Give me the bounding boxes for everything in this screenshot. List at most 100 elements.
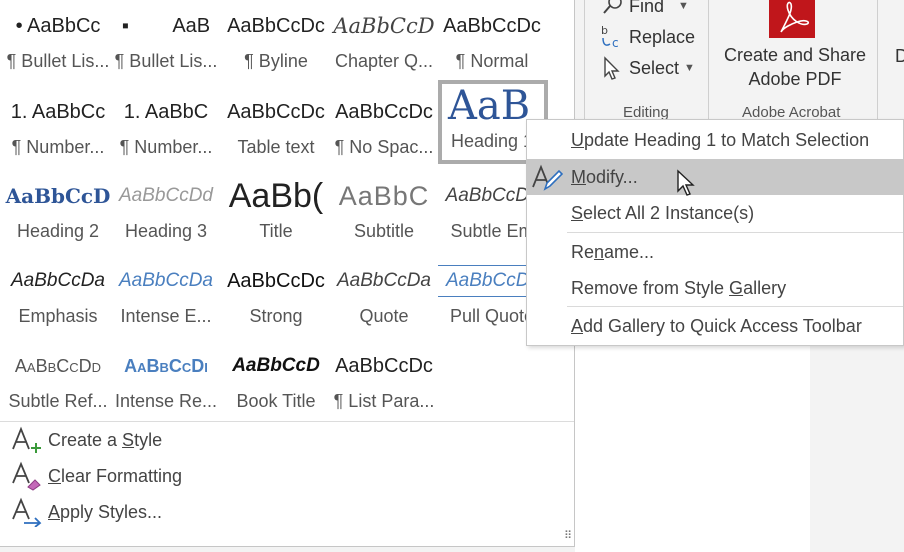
style-intense-emphasis[interactable]: AaBbCcDa Intense E... [112,255,220,340]
select-label: Select [629,57,680,78]
style-name: ¶ Normal [455,51,529,71]
clear-formatting-icon [10,461,48,491]
replace-button[interactable]: b c Replace [599,24,695,50]
style-title[interactable]: AaBb( Title [222,170,330,255]
find-button[interactable]: Find ▼ [601,0,689,18]
label-part: allery [743,278,787,298]
ribbon-clipped-label: D [895,46,904,66]
style-heading-2[interactable]: AaBbCcD Heading 2 [4,170,112,255]
svg-text:c: c [612,36,619,50]
menu-item-add-to-quick-access[interactable]: Add Gallery to Quick Access Toolbar [527,308,903,344]
replace-label: Replace [629,26,696,47]
style-strong[interactable]: AaBbCcDc Strong [222,255,330,340]
chevron-down-icon[interactable]: ▼ [678,0,689,12]
menu-item-remove-from-gallery[interactable]: Remove from Style Gallery [527,270,903,306]
style-context-menu: Update Heading 1 to Match Selection Modi… [526,119,904,346]
menu-item-update-heading[interactable]: Update Heading 1 to Match Selection [527,122,903,158]
find-icon [603,0,622,14]
menu-item-rename[interactable]: Rename... [527,234,903,270]
style-bullet-list-2[interactable]: ▪ AaB ¶ Bullet Lis... [112,0,220,85]
select-button[interactable]: Select ▼ [601,55,695,81]
modify-icon [531,163,564,191]
create-style-button[interactable]: Create a Style [10,425,162,455]
style-preview: AaBbCcDc [227,15,325,37]
menu-item-select-all-instances[interactable]: Select All 2 Instance(s) [527,195,903,231]
ribbon: Find ▼ b c Replace Select ▼ Editing Crea… [575,0,904,132]
style-preview: • AaBbCc [15,15,101,37]
gallery-divider [0,421,574,422]
apply-styles-icon [10,497,48,528]
styles-gallery: • AaBbCc ¶ Bullet Lis... ▪ AaB ¶ Bullet … [0,0,575,547]
action-label: Apply Styles... [48,502,162,523]
style-subtitle[interactable]: AaBbC Subtitle [330,170,438,255]
menu-separator [567,232,903,233]
style-preview: 1. AaBbCc [10,101,106,123]
resize-grip-icon[interactable]: ⠿ [564,529,572,542]
style-byline[interactable]: AaBbCcDc ¶ Byline [222,0,330,85]
style-name: ¶ Byline [244,51,308,71]
style-name: Chapter Q... [334,51,434,71]
style-name: ¶ Bullet Lis... [6,51,110,71]
access-key: A [571,316,584,336]
style-subtle-reference[interactable]: AaBbCcDd Subtle Ref... [4,340,112,425]
style-table-text[interactable]: AaBbCcDc Table text [222,86,330,171]
clear-formatting-button[interactable]: Clear Formatting [10,461,182,491]
style-bullet-list-1[interactable]: • AaBbCc ¶ Bullet Lis... [4,0,112,85]
style-list-paragraph[interactable]: AaBbCcDc ¶ List Para... [330,340,438,425]
replace-icon: b c [601,24,619,50]
access-key: G [729,278,744,298]
style-name: Quote [359,306,409,326]
label-part: ame... [604,242,655,262]
style-name: Table text [237,137,315,157]
style-preview: AaBbCcDd [119,185,213,206]
menu-item-modify[interactable]: Modify... [527,159,903,196]
style-name: Heading 2 [16,221,100,241]
style-name: Book Title [236,391,316,411]
label-part: elect All 2 Instance(s) [583,203,755,223]
apply-styles-button[interactable]: Apply Styles... [10,497,162,528]
style-name: Title [259,221,293,241]
style-name: Subtle Ref... [8,391,108,411]
style-numbered-list-2[interactable]: 1. AaBbC ¶ Number... [112,86,220,171]
style-preview: AaBbCcDc [335,355,433,377]
style-normal[interactable]: AaBbCcDc ¶ Normal [438,0,546,85]
label-part: pdate Heading 1 to Match Selection [584,130,870,150]
style-preview: AaBbCcDc [443,15,541,37]
action-label: Clear Formatting [48,466,182,487]
access-key: S [571,203,584,223]
style-preview: AaBbCcD [5,184,111,208]
style-no-spacing[interactable]: AaBbCcDc ¶ No Spac... [330,86,438,171]
label-part: odify... [586,167,638,187]
label-part: Re [571,242,595,262]
label-part: lear Formatting [61,465,183,486]
style-name: Heading 3 [124,221,208,241]
style-heading-3[interactable]: AaBbCcDd Heading 3 [112,170,220,255]
style-emphasis[interactable]: AaBbCcDa Emphasis [4,255,112,340]
style-name: Emphasis [18,306,98,326]
create-share-label-2: Adobe PDF [748,69,842,89]
label-part: dd Gallery to Quick Access Toolbar [583,316,862,336]
style-intense-reference[interactable]: AaBbCcDi Intense Re... [112,340,220,425]
style-quote[interactable]: AaBbCcDa Quote [330,255,438,340]
style-preview: AaBbCcDi [124,356,208,376]
style-preview: AaBbCcDa [337,270,431,291]
style-preview: AaBbC [338,181,430,211]
label-part: tyle [134,429,163,450]
style-name: Strong [249,306,303,326]
label-part: Remove from Style [571,278,730,298]
chevron-down-icon[interactable]: ▼ [684,62,695,74]
style-preview: AaBbCcDc [227,101,325,123]
style-numbered-list-1[interactable]: 1. AaBbCc ¶ Number... [4,86,112,171]
create-share-pdf-button[interactable]: Create and Share Adobe PDF [715,0,875,100]
style-chapter-quote[interactable]: AaBbCcD Chapter Q... [330,0,438,85]
create-share-label-1: Create and Share [723,45,867,65]
label-part: pply Styles... [60,501,163,522]
adobe-pdf-icon [769,0,815,38]
style-preview: AaBbCcD [232,355,320,376]
style-preview: 1. AaBbC [123,101,209,123]
ribbon-separator [877,0,878,132]
ribbon-separator [584,0,585,132]
style-preview: AaBbCcDc [335,101,433,123]
style-book-title[interactable]: AaBbCcD Book Title [222,340,330,425]
svg-text:b: b [601,24,608,37]
